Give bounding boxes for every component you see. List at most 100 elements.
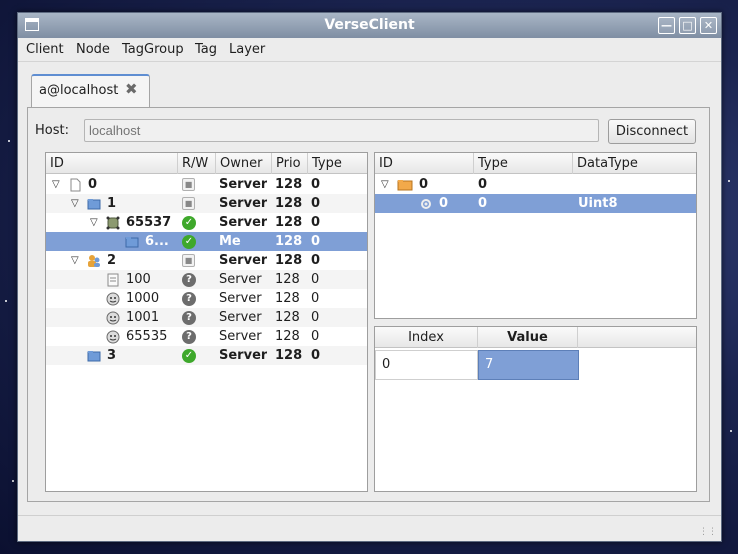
tag-group-id: 0 [419,177,429,192]
table-row[interactable]: 0 0 Uint8 [375,194,696,213]
node-id: 6... [145,234,169,249]
expand-arrow-icon[interactable]: ▽ [52,175,60,194]
node-id: 1000 [126,291,160,306]
node-owner: Server [219,272,262,287]
node-id: 65535 [126,329,168,344]
node-prio: 128 [275,234,303,249]
node-type: 0 [311,329,320,344]
host-label: Host: [35,123,69,138]
background-star [5,300,7,302]
background-star [728,180,730,182]
maximize-icon[interactable]: □ [679,17,696,34]
table-row[interactable]: 1001? Server 128 0 [46,308,367,327]
menu-node[interactable]: Node [76,42,110,57]
disconnect-button[interactable]: Disconnect [608,119,696,144]
expand-arrow-icon[interactable]: ▽ [90,213,98,232]
node-type: 0 [311,177,321,192]
node-id: 1001 [126,310,160,325]
table-row[interactable]: 3 ✓ Server 128 0 [46,346,367,365]
tag-tree[interactable]: ID Type DataType ▽ 0 0 0 0 Uint8 [374,152,697,319]
verse-client-window: VerseClient — □ ✕ Client Node TagGroup T… [17,12,722,542]
table-row[interactable]: ▽ 1 ■ Server 128 0 [46,194,367,213]
menu-taggroup[interactable]: TagGroup [122,42,184,57]
menu-layer[interactable]: Layer [229,42,265,57]
check-icon: ✓ [182,216,196,230]
table-row[interactable]: 1000? Server 128 0 [46,289,367,308]
title-bar[interactable]: VerseClient — □ ✕ [18,13,721,38]
node-prio: 128 [275,196,303,211]
table-row[interactable]: ▽ 0 ■ Server 128 0 [46,175,367,194]
table-row[interactable]: 65535? Server 128 0 [46,327,367,346]
folder-tag-icon [397,178,413,191]
question-icon: ? [182,273,196,287]
tab-session[interactable]: a@localhost ✖ [31,74,150,107]
node-owner: Server [219,291,262,306]
table-row[interactable]: ▽ 65537 ✓ Server 128 0 [46,213,367,232]
tag-datatype: Uint8 [578,196,618,211]
close-icon[interactable]: ✕ [700,17,717,34]
expand-arrow-icon[interactable]: ▽ [71,251,79,270]
question-icon: ? [182,330,196,344]
status-bar: ⋮⋮ [18,515,721,541]
node-owner: Me [219,234,241,249]
node-id: 65537 [126,215,172,230]
folder-node-icon [87,349,101,362]
lock-icon: ■ [182,254,195,267]
node-prio: 128 [275,215,303,230]
value-cell-index[interactable]: 0 [375,350,478,380]
node-owner: Server [219,196,268,211]
column-header-type[interactable]: Type [308,153,367,174]
column-header-value[interactable]: Value [478,327,578,348]
users-node-icon [87,254,101,267]
node-owner: Server [219,310,262,325]
object-node-icon [106,216,120,230]
table-row[interactable]: ▽ 0 0 [375,175,696,194]
node-owner: Server [219,177,268,192]
check-icon: ✓ [182,235,196,249]
node-owner: Server [219,348,268,363]
node-id: 3 [107,348,117,363]
node-type: 0 [311,291,320,306]
tab-label: a@localhost [39,83,119,98]
node-owner: Server [219,329,262,344]
column-header-id[interactable]: ID [46,153,178,174]
node-tree[interactable]: ID R/W Owner Prio Type ▽ 0 ■ Server 128 0 ▽ 1 ■ S… [45,152,368,492]
background-star [12,480,14,482]
tag-type: 0 [478,177,488,192]
column-header-datatype[interactable]: DataType [573,153,696,174]
column-header-type[interactable]: Type [474,153,573,174]
tab-close-icon[interactable]: ✖ [125,80,138,98]
node-type: 0 [311,253,321,268]
tag-type: 0 [478,196,488,211]
node-type: 0 [311,348,321,363]
window-title: VerseClient [324,17,415,33]
check-icon: ✓ [182,349,196,363]
table-row[interactable]: 100? Server 128 0 [46,270,367,289]
folder-node-icon [125,235,139,248]
node-id: 2 [107,253,117,268]
expand-arrow-icon[interactable]: ▽ [71,194,79,213]
resize-grip-icon[interactable]: ⋮⋮ [699,527,717,537]
minimize-icon[interactable]: — [658,17,675,34]
node-owner: Server [219,253,268,268]
column-header-id[interactable]: ID [375,153,474,174]
value-cell-value[interactable]: 7 [478,350,579,380]
column-header-rw[interactable]: R/W [178,153,216,174]
host-input[interactable] [84,119,599,142]
avatar-node-icon [106,311,120,325]
node-prio: 128 [275,253,303,268]
gear-tag-icon [419,197,433,210]
column-header-owner[interactable]: Owner [216,153,272,174]
node-prio: 128 [275,329,300,344]
menu-client[interactable]: Client [26,42,64,57]
window-icon[interactable] [25,18,39,31]
expand-arrow-icon[interactable]: ▽ [381,175,389,194]
value-table[interactable]: Index Value 0 7 [374,326,697,492]
column-header-prio[interactable]: Prio [272,153,308,174]
tag-tree-header: ID Type DataType [375,153,696,174]
menu-tag[interactable]: Tag [195,42,217,57]
table-row[interactable]: 6... ✓ Me 128 0 [46,232,367,251]
column-header-index[interactable]: Index [375,327,478,348]
avatar-node-icon [106,330,120,344]
table-row[interactable]: ▽ 2 ■ Server 128 0 [46,251,367,270]
